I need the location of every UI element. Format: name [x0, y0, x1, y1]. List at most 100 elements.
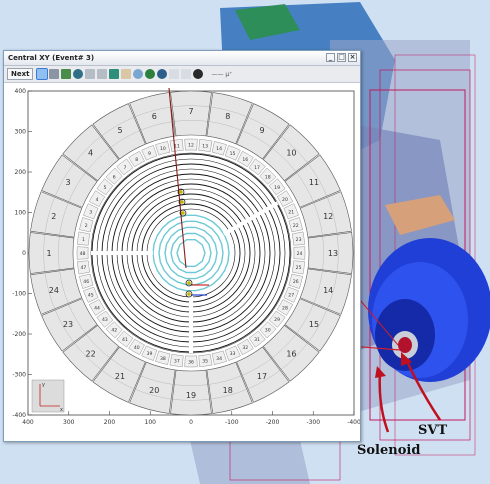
outer-module-label: 8	[225, 112, 230, 121]
inner-module-label: 38	[160, 356, 166, 362]
outer-module-label: 2	[51, 212, 56, 221]
inner-module-label: 33	[230, 351, 236, 357]
outer-module-label: 3	[65, 178, 70, 187]
x-tick-label: 200	[104, 419, 116, 426]
inner-module-label: 22	[293, 223, 299, 229]
hit-marker-fill	[180, 200, 184, 204]
inner-module-label: 37	[174, 359, 180, 365]
inner-module-label: 18	[265, 174, 271, 180]
inner-module-label: 29	[274, 317, 280, 323]
inner-module-label: 35	[202, 359, 208, 365]
minimize-icon[interactable]: _	[326, 53, 335, 62]
x-tick-label: -200	[266, 419, 280, 426]
x-tick-label: -300	[306, 419, 320, 426]
inner-module-label: 10	[160, 146, 166, 152]
inner-module-label: 32	[242, 345, 248, 351]
x-tick-label: -100	[225, 419, 239, 426]
window-title: Central XY (Event# 3)	[8, 54, 95, 62]
pointer-icon[interactable]	[36, 68, 49, 80]
inner-module-label: 2	[85, 223, 88, 229]
y-tick-label: 100	[15, 210, 27, 217]
x-tick-label: 100	[145, 419, 157, 426]
outer-module-label: 16	[286, 349, 296, 358]
inner-module-label: 25	[296, 265, 302, 271]
inset-y-label: y	[42, 382, 45, 388]
inset-x-label: x	[60, 407, 63, 413]
inner-module-label: 23	[296, 237, 302, 243]
xy-plot[interactable]: 400 300 200 100 0 -100 -200 -300 -400 4003002001…	[4, 84, 360, 441]
svt-label: SVT	[418, 423, 448, 438]
outer-module-label: 11	[309, 178, 319, 187]
hit-marker-fill	[187, 292, 191, 296]
inner-module-label: 48	[80, 251, 86, 257]
inner-module-label: 26	[293, 279, 299, 285]
inner-module-label: 47	[80, 265, 86, 271]
inner-module-label: 9	[148, 151, 151, 157]
x-tick-label: 0	[189, 419, 193, 426]
print-icon[interactable]	[49, 69, 60, 79]
window-titlebar[interactable]: Central XY (Event# 3) _ □ ×	[4, 51, 360, 66]
x-tick-label: 400	[22, 419, 34, 426]
zoom-out-icon[interactable]	[145, 69, 156, 79]
zoom-in-icon[interactable]	[133, 69, 144, 79]
inner-module-label: 28	[282, 305, 288, 311]
outer-module-label: 12	[323, 212, 333, 221]
y-tick-label: -400	[12, 412, 26, 419]
inner-module-label: 15	[230, 151, 236, 157]
central-xy-window: Central XY (Event# 3) _ □ × Next —— μ⁺ 4…	[3, 50, 361, 442]
outer-module-label: 1	[46, 249, 51, 258]
outer-module-label: 4	[88, 149, 93, 158]
outer-module-label: 10	[286, 149, 296, 158]
ruler-icon[interactable]	[181, 69, 192, 79]
inner-module-label: 16	[242, 157, 248, 163]
camera-icon[interactable]	[61, 69, 72, 79]
inner-module-label: 7	[123, 165, 126, 171]
hit-marker-fill	[187, 281, 191, 285]
outer-module-label: 13	[328, 249, 338, 258]
inner-module-label: 13	[202, 143, 208, 149]
y-tick-label: 0	[22, 250, 26, 257]
inner-module-label: 42	[111, 328, 117, 334]
inner-module-label: 1	[82, 237, 85, 243]
outer-module-label: 24	[49, 286, 59, 295]
inner-module-label: 46	[83, 279, 89, 285]
y-tick-label: 400	[15, 88, 27, 95]
close-icon[interactable]: ×	[348, 53, 357, 62]
line-icon[interactable]	[169, 69, 180, 79]
inner-module-label: 6	[113, 174, 116, 180]
inner-module-label: 30	[265, 328, 271, 334]
inner-module-label: 34	[216, 356, 222, 362]
outer-module-label: 7	[188, 107, 193, 116]
inner-module-label: 20	[282, 197, 288, 203]
y-tick-label: -100	[12, 291, 26, 298]
inner-module-label: 27	[288, 293, 294, 299]
collapse-icon[interactable]	[97, 69, 108, 79]
hand-icon[interactable]	[121, 69, 132, 79]
inner-module-label: 40	[134, 345, 140, 351]
outer-module-label: 20	[149, 386, 159, 395]
outer-module-label: 21	[115, 372, 125, 381]
inner-module-label: 31	[254, 337, 260, 343]
inner-module-label: 43	[102, 317, 108, 323]
inner-module-label: 8	[135, 157, 138, 163]
hit-marker-fill	[179, 190, 183, 194]
inner-module-label: 4	[96, 197, 99, 203]
expand-icon[interactable]	[85, 69, 96, 79]
x-tick-label: 300	[63, 419, 75, 426]
outer-module-label: 9	[259, 126, 264, 135]
inner-module-label: 36	[188, 360, 194, 366]
cube-icon[interactable]	[109, 69, 120, 79]
refresh-icon[interactable]	[157, 69, 168, 79]
maximize-icon[interactable]: □	[337, 53, 346, 62]
paint-icon[interactable]	[193, 69, 204, 79]
next-button[interactable]: Next	[7, 68, 34, 80]
inner-module-label: 17	[254, 165, 260, 171]
outer-module-label: 22	[85, 349, 95, 358]
y-tick-label: -300	[12, 372, 26, 379]
axis-inset: x y	[31, 379, 65, 413]
x-tick-label: -400	[347, 419, 360, 426]
inner-module-label: 14	[216, 146, 222, 152]
outer-module-label: 17	[257, 372, 267, 381]
toolbar: Next —— μ⁺	[4, 66, 360, 83]
globe-icon[interactable]	[73, 69, 84, 79]
